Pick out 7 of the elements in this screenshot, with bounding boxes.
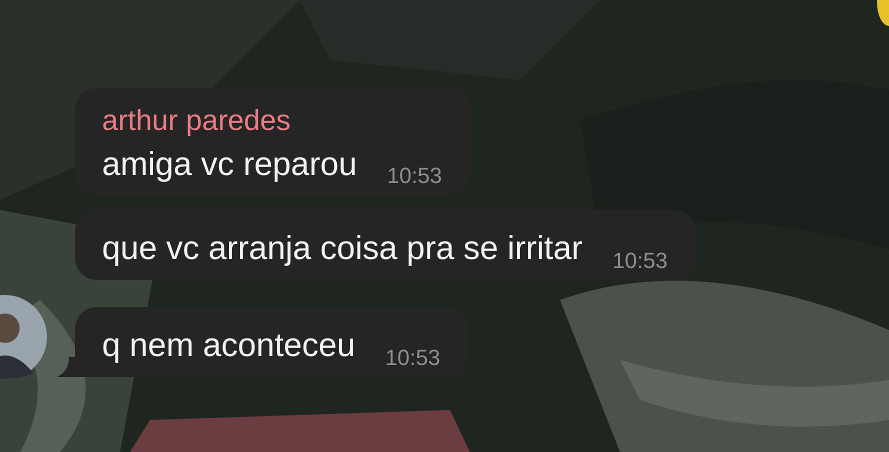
message-text: amiga vc reparou: [102, 144, 357, 184]
message-time: 10:53: [386, 163, 442, 190]
message-text: que vc arranja coisa pra se irritar: [102, 228, 583, 268]
message-time: 10:53: [612, 248, 668, 274]
sender-name: arthur paredes: [102, 106, 292, 138]
message-time: 10:53: [385, 345, 440, 372]
message-text: q nem aconteceu: [102, 325, 356, 366]
